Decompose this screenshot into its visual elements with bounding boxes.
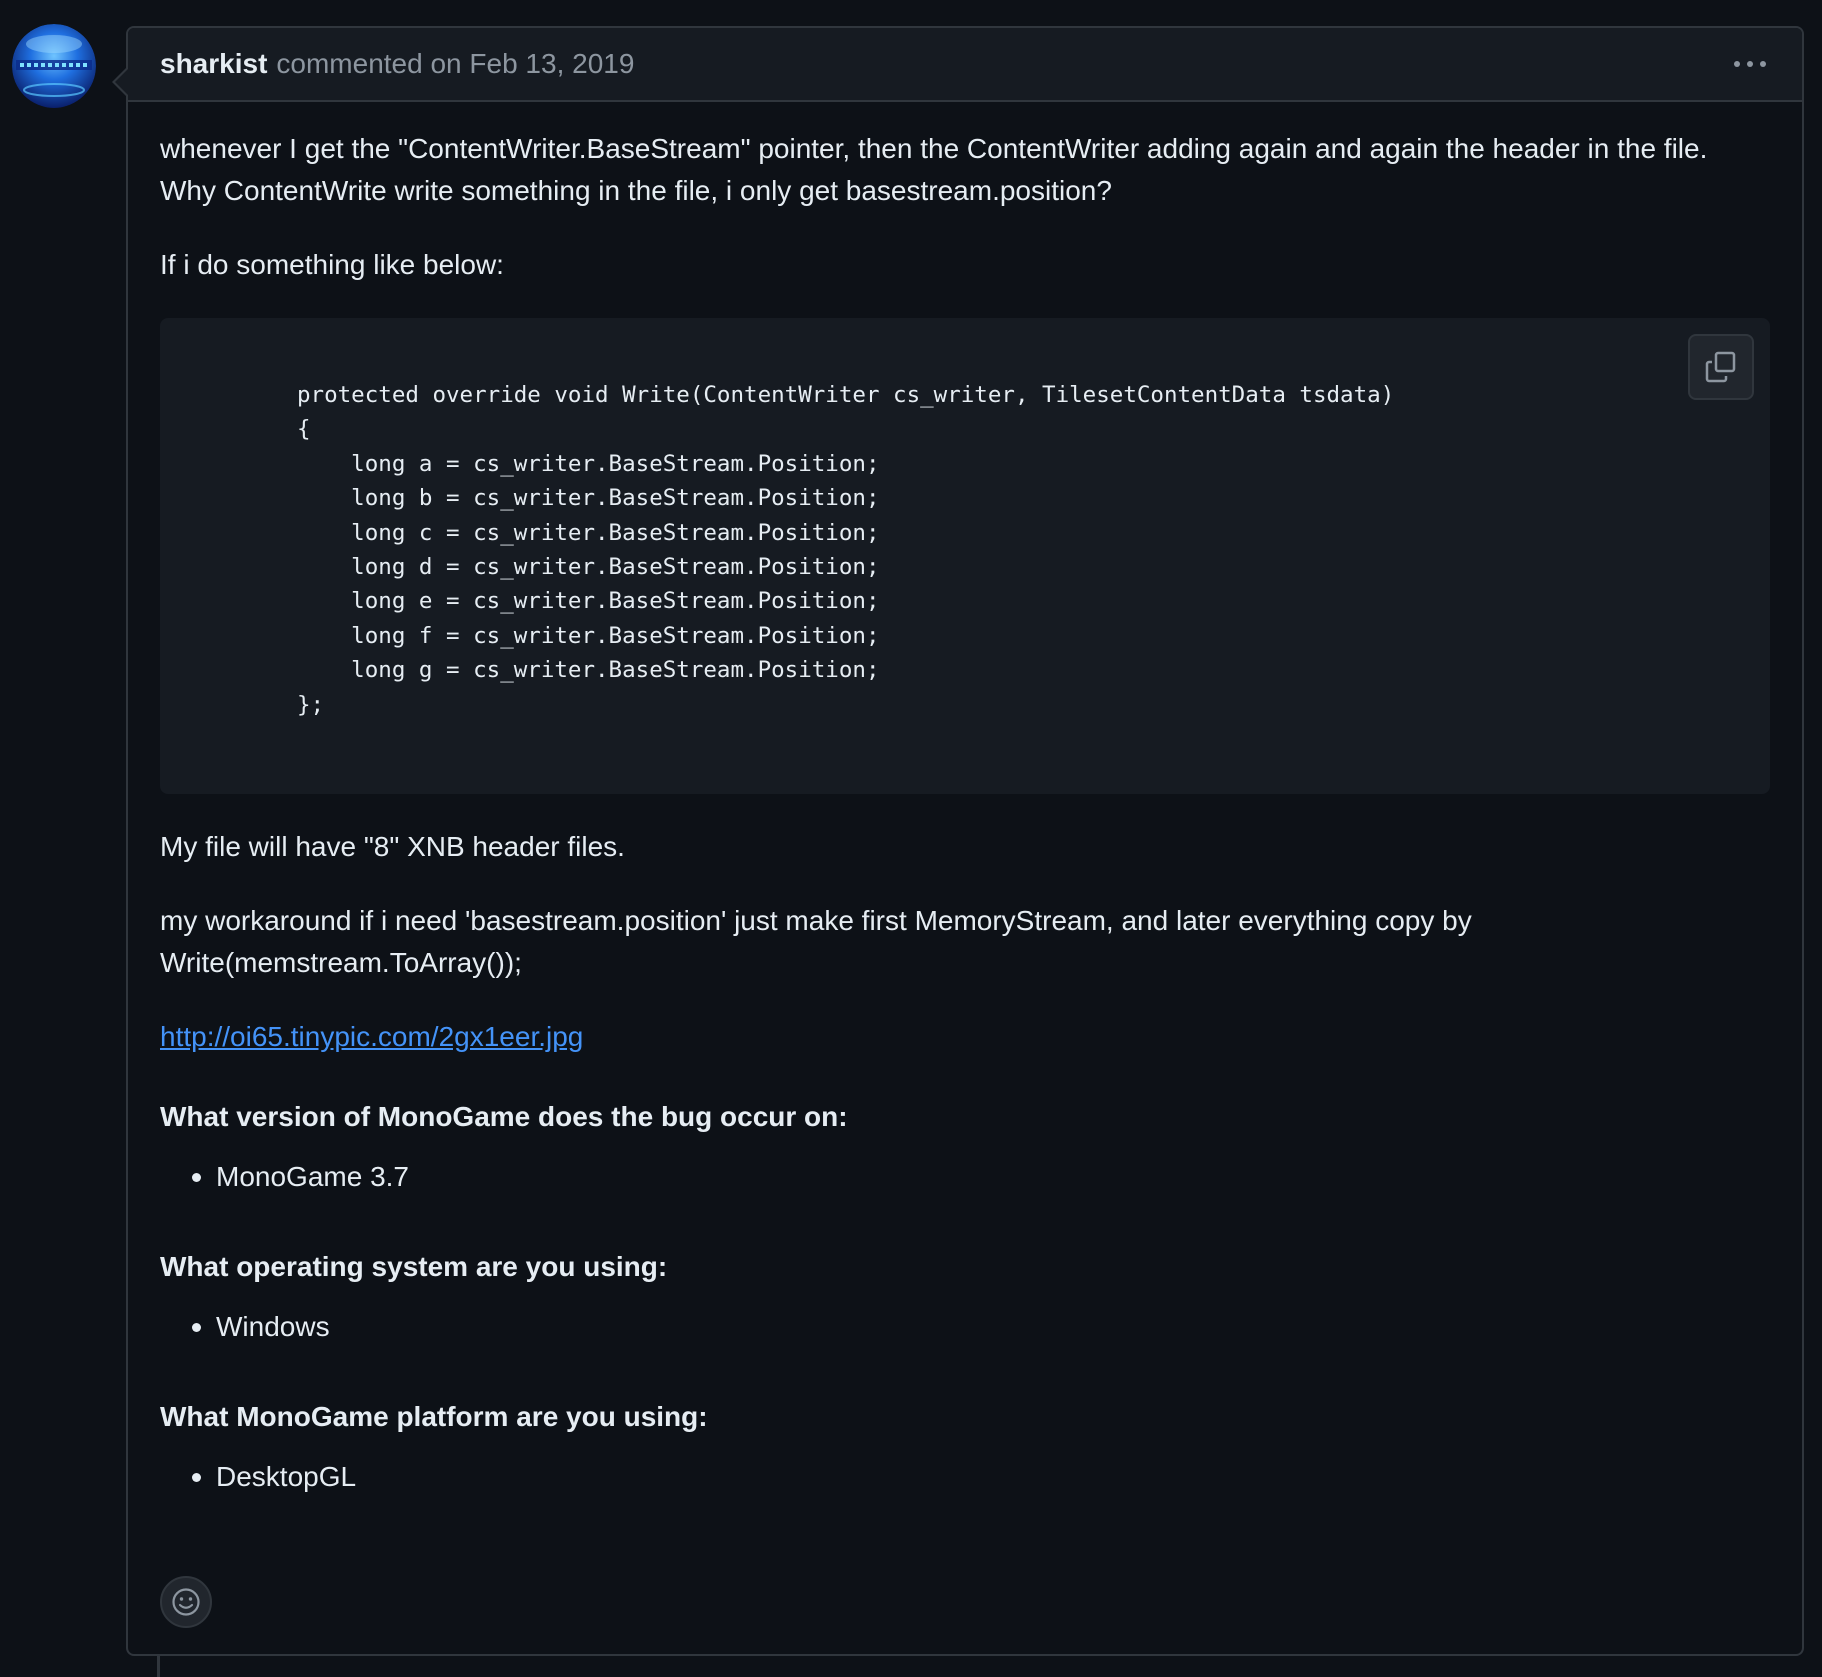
author-link[interactable]: sharkist [160, 48, 267, 80]
section-heading-platform: What MonoGame platform are you using: [160, 1401, 708, 1432]
comment-caret [112, 66, 129, 98]
avatar-image [12, 24, 96, 108]
link-paragraph: http://oi65.tinypic.com/2gx1eer.jpg [160, 1016, 1770, 1058]
code-line: long g = cs_writer.BaseStream.Position; [297, 657, 880, 684]
section-list-version: MonoGame 3.7 [160, 1156, 1770, 1198]
code-line: long c = cs_writer.BaseStream.Position; [297, 519, 880, 546]
paragraph-workaround-line-1: my workaround if i need 'basestream.posi… [160, 905, 1472, 936]
code-line: protected override void Write(ContentWri… [297, 382, 1395, 408]
comment-header: sharkist commented on Feb 13, 2019 [128, 28, 1802, 102]
paragraph-result: My file will have "8" XNB header files. [160, 831, 625, 862]
copy-button[interactable] [1688, 334, 1754, 400]
list-item: MonoGame 3.7 [192, 1156, 1770, 1198]
comment-timestamp[interactable]: commented on Feb 13, 2019 [276, 48, 634, 80]
section-list-os: Windows [160, 1306, 1770, 1348]
image-link[interactable]: http://oi65.tinypic.com/2gx1eer.jpg [160, 1021, 583, 1052]
comment-body: whenever I get the "ContentWriter.BaseSt… [128, 102, 1802, 1498]
code-line: long b = cs_writer.BaseStream.Position; [297, 485, 880, 512]
section-heading-os: What operating system are you using: [160, 1251, 668, 1282]
paragraph-intro-line-1: whenever I get the "ContentWriter.BaseSt… [160, 133, 1708, 164]
code-content: protected override void Write(ContentWri… [297, 378, 1770, 722]
section-list-platform: DesktopGL [160, 1456, 1770, 1498]
comment-box: sharkist commented on Feb 13, 2019 whene… [112, 26, 1804, 1656]
code-line: }; [297, 691, 325, 718]
copy-icon [1705, 351, 1736, 383]
add-reaction-button[interactable] [160, 1576, 212, 1628]
code-block: protected override void Write(ContentWri… [160, 318, 1770, 794]
paragraph-workaround: my workaround if i need 'basestream.posi… [160, 900, 1770, 984]
paragraph-example: If i do something like below: [160, 249, 504, 280]
code-line: { [297, 416, 311, 443]
paragraph-intro-line-2: Why ContentWrite write something in the … [160, 175, 1112, 206]
kebab-horizontal-icon[interactable] [1730, 55, 1770, 73]
code-line: long a = cs_writer.BaseStream.Position; [297, 450, 880, 477]
paragraph-workaround-line-2: Write(memstream.ToArray()); [160, 947, 522, 978]
avatar[interactable] [12, 24, 96, 108]
section-heading-version: What version of MonoGame does the bug oc… [160, 1101, 848, 1132]
code-line: long e = cs_writer.BaseStream.Position; [297, 588, 880, 615]
code-line: long d = cs_writer.BaseStream.Position; [297, 554, 880, 581]
list-item: DesktopGL [192, 1456, 1770, 1498]
smiley-icon [172, 1588, 200, 1616]
paragraph-intro: whenever I get the "ContentWriter.BaseSt… [160, 128, 1770, 212]
page: sharkist commented on Feb 13, 2019 whene… [0, 0, 1822, 1677]
code-line: long f = cs_writer.BaseStream.Position; [297, 622, 880, 649]
list-item: Windows [192, 1306, 1770, 1348]
